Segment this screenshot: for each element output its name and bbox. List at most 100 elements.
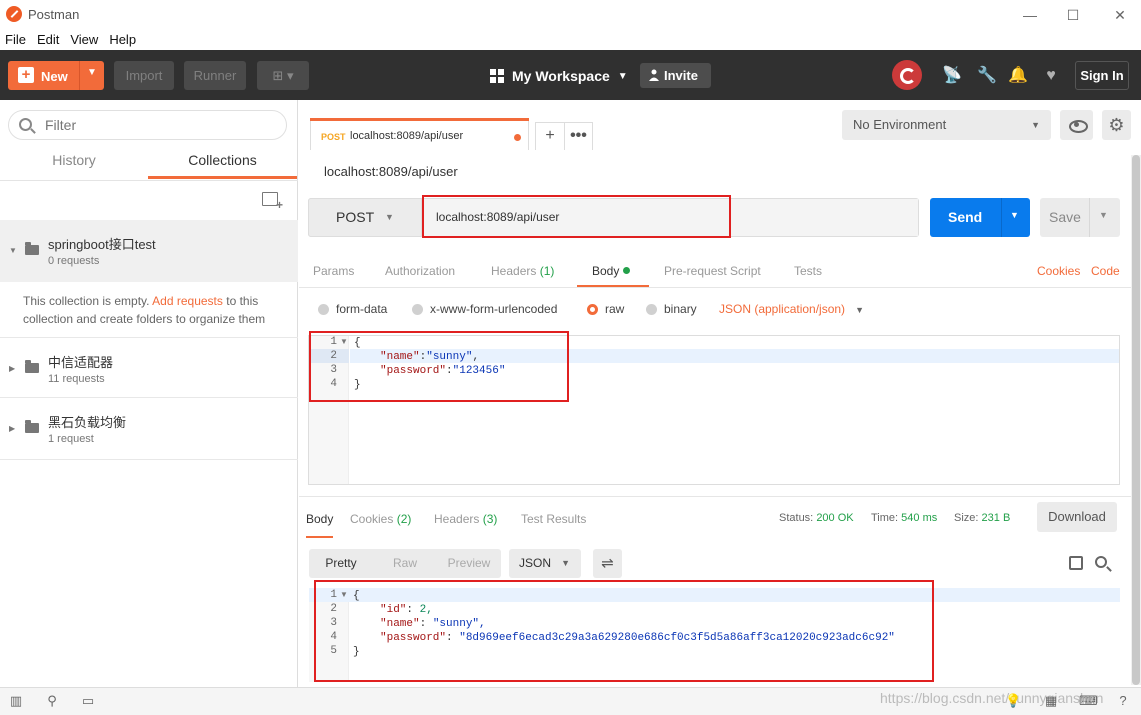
- download-button[interactable]: Download: [1037, 502, 1117, 532]
- copy-icon[interactable]: [1066, 553, 1083, 570]
- import-button[interactable]: Import: [114, 61, 174, 90]
- tab-headers[interactable]: Headers (1): [491, 264, 554, 288]
- collection-item[interactable]: ▶ 黑石负载均衡 1 request: [0, 398, 298, 460]
- folder-icon: [25, 360, 39, 373]
- request-tab-url: localhost:8089/api/user: [350, 130, 464, 142]
- help-icon[interactable]: ?: [1115, 693, 1131, 709]
- more-options-icon[interactable]: •••: [563, 123, 592, 150]
- tab-authorization[interactable]: Authorization: [385, 264, 455, 288]
- new-dropdown-caret-icon[interactable]: ▼: [87, 67, 97, 78]
- tab-params[interactable]: Params: [313, 264, 354, 288]
- runner-button[interactable]: Runner: [184, 61, 246, 90]
- collection-count: 11 requests: [48, 373, 105, 385]
- collection-count: 1 request: [48, 433, 94, 445]
- format-pretty[interactable]: Pretty: [309, 549, 373, 578]
- scrollbar-thumb[interactable]: [1132, 155, 1140, 685]
- menu-view[interactable]: View: [65, 29, 104, 50]
- window-title: Postman: [28, 7, 80, 22]
- workspace-grid-icon: [490, 69, 504, 83]
- sync-icon[interactable]: [892, 60, 922, 90]
- new-collection-icon[interactable]: [262, 192, 283, 211]
- send-button[interactable]: Send ▼: [930, 198, 1030, 237]
- collection-count: 0 requests: [48, 255, 100, 267]
- collection-name: springboot接口test: [48, 237, 156, 252]
- invite-label: Invite: [664, 68, 698, 83]
- lightbulb-icon[interactable]: 💡: [1005, 693, 1021, 709]
- tab-pre-request-script[interactable]: Pre-request Script: [664, 264, 761, 288]
- chevron-down-icon: ▼: [385, 212, 394, 222]
- language-select[interactable]: JSON ▼: [509, 549, 581, 578]
- wrap-lines-icon[interactable]: ⇌: [593, 549, 622, 578]
- save-label: Save: [1049, 209, 1081, 225]
- folder-icon: [25, 242, 39, 255]
- format-group: Pretty Raw Preview: [309, 549, 501, 578]
- chevron-down-icon[interactable]: ▼: [1099, 210, 1108, 220]
- response-tab-test-results[interactable]: Test Results: [521, 512, 586, 526]
- collection-name: 黑石负载均衡: [48, 415, 127, 430]
- content-type-select[interactable]: JSON (application/json) ▼: [719, 302, 864, 316]
- response-tab-headers[interactable]: Headers (3): [434, 512, 497, 526]
- maximize-button[interactable]: ☐: [1058, 4, 1088, 26]
- bell-icon[interactable]: 🔔: [1008, 66, 1028, 86]
- sidebar-toggle-icon[interactable]: ▥: [8, 693, 24, 709]
- gear-icon[interactable]: ⚙: [1102, 110, 1131, 140]
- watermark: https://blog.csdn.net/sunnyqianshen: [880, 690, 1104, 706]
- menu-help[interactable]: Help: [104, 29, 142, 50]
- find-icon[interactable]: ⚲: [44, 693, 60, 709]
- response-tab-body[interactable]: Body: [306, 512, 334, 538]
- cookies-link[interactable]: Cookies: [1037, 264, 1080, 278]
- eye-icon[interactable]: [1060, 110, 1093, 140]
- menu-file[interactable]: File: [0, 29, 32, 50]
- add-requests-link[interactable]: Add requests: [152, 294, 223, 308]
- add-tab-button[interactable]: +: [536, 123, 564, 150]
- tab-body[interactable]: Body: [577, 264, 649, 287]
- filter-input[interactable]: [45, 116, 275, 134]
- request-tab-method: POST: [321, 132, 346, 142]
- new-button[interactable]: + New ▼: [8, 61, 104, 90]
- radio-raw[interactable]: raw: [587, 301, 624, 317]
- method-select[interactable]: POST ▼: [308, 198, 422, 237]
- radio-urlencoded[interactable]: x-www-form-urlencoded: [412, 301, 557, 317]
- request-tab[interactable]: POST localhost:8089/api/user: [310, 120, 529, 150]
- plus-icon: +: [18, 67, 34, 83]
- caret-right-icon[interactable]: ▶: [9, 424, 15, 433]
- tab-actions: + •••: [535, 122, 593, 150]
- format-raw[interactable]: Raw: [373, 549, 437, 578]
- highlight-box: [314, 580, 934, 682]
- tab-tests[interactable]: Tests: [794, 264, 822, 288]
- search-icon[interactable]: [1095, 556, 1107, 568]
- caret-down-icon[interactable]: ▼: [9, 246, 17, 255]
- person-add-icon: [649, 69, 659, 81]
- tab-history[interactable]: History: [0, 148, 148, 179]
- keyboard-icon[interactable]: ⌨: [1079, 693, 1098, 709]
- environment-select[interactable]: No Environment ▼: [842, 110, 1051, 140]
- chevron-down-icon[interactable]: ▼: [1010, 210, 1019, 220]
- caret-right-icon[interactable]: ▶: [9, 364, 15, 373]
- close-button[interactable]: ✕: [1105, 4, 1135, 26]
- tab-collections[interactable]: Collections: [148, 148, 297, 179]
- invite-button[interactable]: Invite: [640, 63, 711, 88]
- sign-in-button[interactable]: Sign In: [1075, 61, 1129, 90]
- radio-form-data[interactable]: form-data: [318, 301, 387, 317]
- response-tab-cookies[interactable]: Cookies (2): [350, 512, 411, 526]
- collection-item[interactable]: ▶ 中信适配器 11 requests: [0, 337, 298, 398]
- radio-binary[interactable]: binary: [646, 301, 697, 317]
- minimize-button[interactable]: —: [1015, 4, 1045, 26]
- format-preview[interactable]: Preview: [437, 549, 501, 578]
- new-window-button[interactable]: ⊞ ▾: [257, 61, 309, 90]
- code-link[interactable]: Code: [1091, 264, 1120, 278]
- menu-edit[interactable]: Edit: [32, 29, 65, 50]
- collection-item[interactable]: ▼ springboot接口test 0 requests: [0, 220, 298, 282]
- layout-icon[interactable]: ▦: [1043, 693, 1059, 709]
- console-icon[interactable]: ▭: [80, 693, 96, 709]
- unsaved-dot-icon: [514, 134, 521, 141]
- title-bar: [0, 0, 1141, 29]
- wrench-icon[interactable]: 🔧: [977, 66, 997, 86]
- collection-name: 中信适配器: [48, 355, 114, 370]
- heart-icon[interactable]: ♥: [1041, 66, 1061, 86]
- workspace-selector[interactable]: My Workspace ▼: [490, 64, 628, 88]
- satellite-icon[interactable]: 📡: [942, 66, 962, 86]
- active-tab-indicator: [310, 118, 529, 121]
- save-button[interactable]: Save ▼: [1040, 198, 1120, 237]
- filter-box[interactable]: [8, 110, 287, 140]
